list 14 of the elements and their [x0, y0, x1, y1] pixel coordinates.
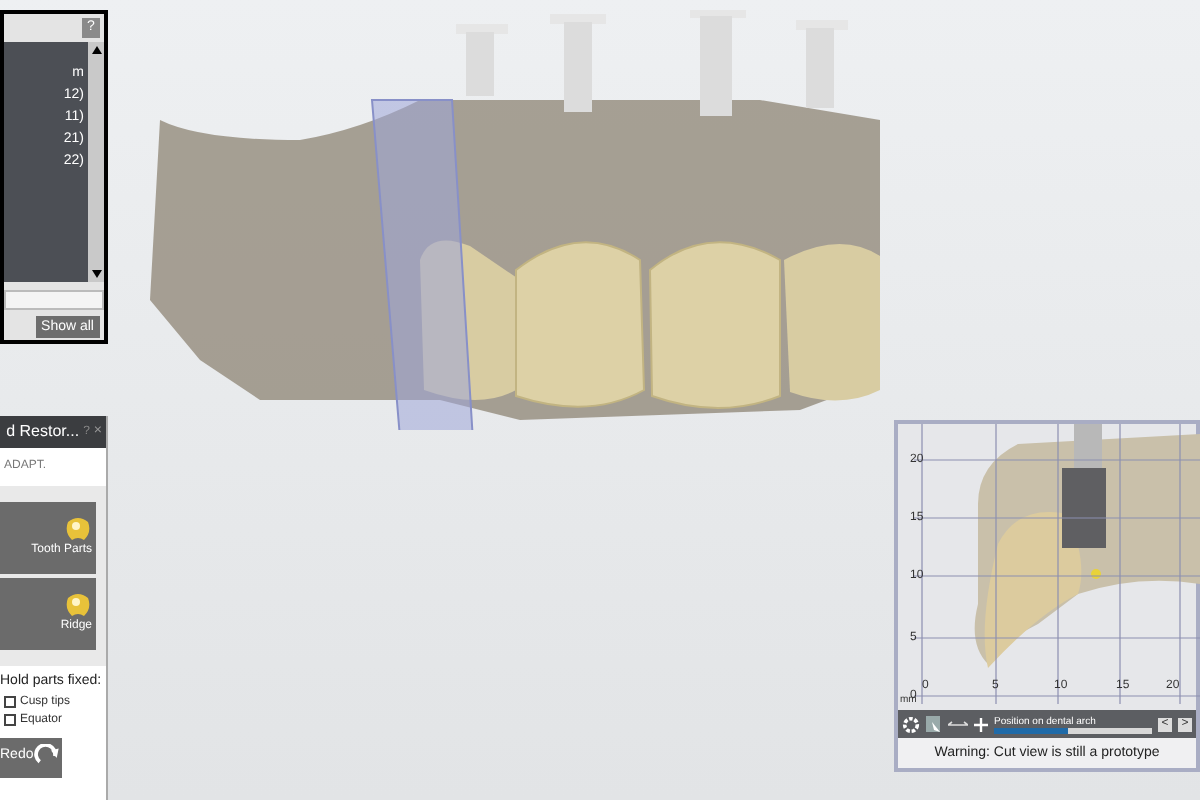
- cursor-icon[interactable]: [926, 715, 942, 733]
- arrows-icon[interactable]: [948, 719, 968, 729]
- scrollbar[interactable]: [88, 42, 104, 282]
- checkbox[interactable]: [4, 696, 16, 708]
- gear-icon[interactable]: [902, 715, 920, 733]
- position-track[interactable]: [994, 727, 1152, 733]
- input-field[interactable]: [4, 290, 104, 310]
- scroll-down-icon[interactable]: [91, 270, 101, 278]
- panel-title: d Restor...: [6, 420, 80, 444]
- crosshair-icon[interactable]: [974, 717, 988, 731]
- scroll-up-icon[interactable]: [91, 46, 101, 54]
- tooth-icon: [64, 592, 92, 618]
- checkbox[interactable]: [4, 714, 16, 726]
- tooth-icon: [64, 516, 92, 542]
